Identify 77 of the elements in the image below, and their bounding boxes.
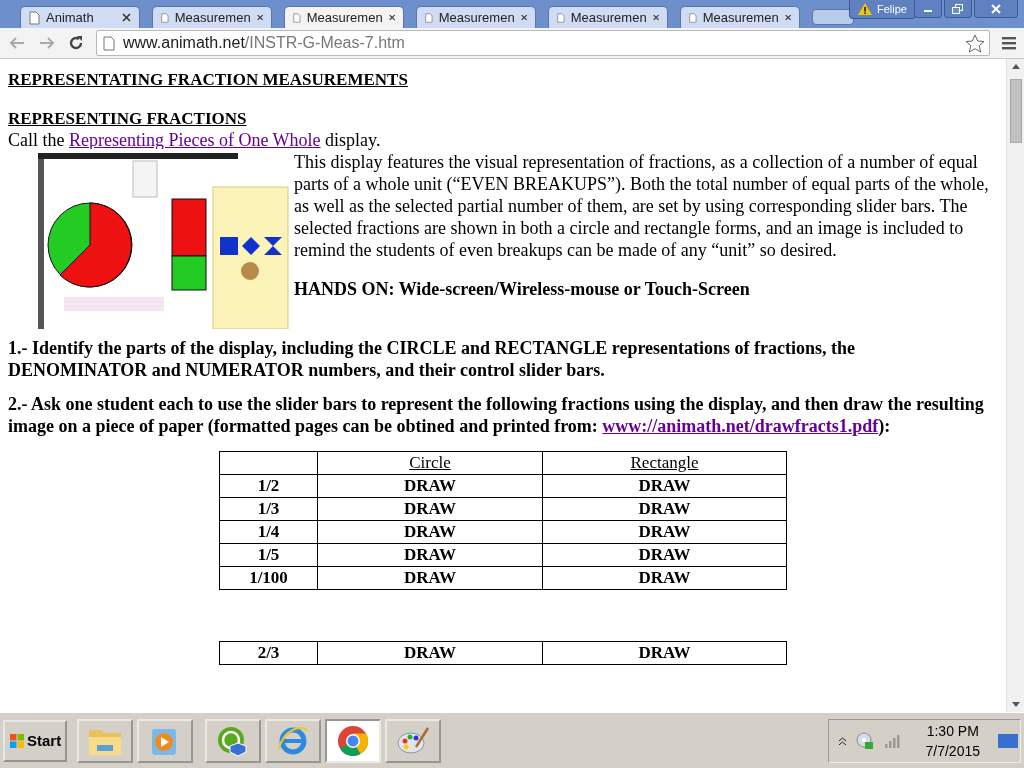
table-cell: DRAW <box>542 641 787 665</box>
windows-logo-icon <box>9 732 25 749</box>
restore-icon <box>952 3 964 14</box>
browser-tab[interactable]: Measuremen <box>284 6 404 28</box>
clock-date[interactable]: 7/7/2015 <box>925 740 980 761</box>
taskbar-app[interactable] <box>265 718 322 763</box>
table-cell: DRAW <box>317 474 543 498</box>
page-icon <box>689 10 697 25</box>
taskbar-app[interactable] <box>325 718 382 763</box>
warning-icon <box>858 3 873 15</box>
page-icon <box>425 10 433 25</box>
browser-tab[interactable]: Measuremen <box>416 6 536 28</box>
table-cell: DRAW <box>542 520 787 544</box>
reload-icon[interactable] <box>68 35 84 51</box>
table-cell: DRAW <box>317 641 543 665</box>
page-icon <box>293 10 301 25</box>
scroll-down-icon[interactable] <box>1011 702 1020 707</box>
close-button[interactable] <box>974 0 1018 18</box>
browser-tab[interactable]: Measuremen <box>152 6 272 28</box>
swirl-icon <box>276 724 311 757</box>
browser-tab[interactable]: Animath <box>20 6 140 28</box>
ring-logo-icon <box>336 723 371 758</box>
start-button[interactable]: Start <box>3 719 68 762</box>
page-title: REPRESENTATING FRACTION MEASUREMENTS <box>8 70 409 90</box>
close-icon[interactable] <box>122 13 131 22</box>
table-cell: DRAW <box>317 543 543 567</box>
taskbar-app[interactable] <box>205 718 262 763</box>
page-icon <box>161 10 169 25</box>
table-cell: DRAW <box>542 474 787 498</box>
intro-text: Call the Representing Pieces of One Whole display. <box>8 129 382 151</box>
scroll-thumb[interactable] <box>1009 79 1022 143</box>
restore-button[interactable] <box>944 0 972 18</box>
section-heading: REPRESENTING FRACTIONS <box>8 109 248 129</box>
table-cell: 1/3 <box>219 497 318 521</box>
step-instruction: 2.- Ask one student each to use the slider bars to represent the following fractions using the display, and then draw the resulting image on a piece of paper (formatted pages can be obtined and printed from: www://animath.net/drawfracts1.pdf): <box>8 393 985 437</box>
description-paragraph: This display features the visual representation of fractions, as a collection of a number of equal parts of a whole unit (“EVEN BREAKUPS”). Both the total number of equal parts of the whole, as well as the selected partial number of them, are set by using corresponding slider bars. The selected fractions are shown in both a circle and rectangle forms, and an image is included to remind the students of even breakups can be made of any “unit” so desired. <box>294 151 990 261</box>
table-cell: DRAW <box>317 497 543 521</box>
column-header: Rectangle <box>542 451 787 475</box>
table-cell: 1/2 <box>219 474 318 498</box>
table-cell: DRAW <box>542 566 787 590</box>
step-instruction: 1.- Identify the parts of the display, including the CIRCLE and RECTANGLE representations of fractions, the DENOMINATOR and NUMERATOR numbers, and their control slider bars. <box>8 337 857 381</box>
close-icon[interactable] <box>256 13 263 22</box>
scroll-up-icon[interactable] <box>1011 64 1020 69</box>
page-icon <box>29 10 40 25</box>
close-icon[interactable] <box>784 13 791 22</box>
expand-tray-icon[interactable] <box>838 736 846 745</box>
browser-tab[interactable]: Measuremen <box>548 6 668 28</box>
star-icon[interactable] <box>965 33 985 53</box>
table-cell: DRAW <box>317 566 543 590</box>
page-icon <box>557 10 565 25</box>
new-tab-button[interactable] <box>812 9 854 25</box>
pdf-link[interactable]: www://animath.net/drawfracts1.pdf <box>602 416 879 436</box>
address-bar[interactable]: www.animath.net/INSTR-G-Meas-7.htm <box>96 30 990 56</box>
close-icon[interactable] <box>652 13 659 22</box>
table-cell: DRAW <box>542 497 787 521</box>
show-desktop-button[interactable] <box>998 733 1018 748</box>
clock-time[interactable]: 1:30 PM <box>926 720 979 741</box>
profile-button[interactable]: Felipe <box>849 0 916 19</box>
scrollbar[interactable] <box>1006 59 1024 712</box>
table-cell: 1/4 <box>219 520 318 544</box>
taskbar-app[interactable] <box>385 718 442 763</box>
page-icon <box>103 35 115 51</box>
table-cell: 1/5 <box>219 543 318 567</box>
disc-icon[interactable] <box>855 731 874 750</box>
column-header: Circle <box>317 451 543 475</box>
table-cell: 2/3 <box>219 641 318 665</box>
minimize-button[interactable] <box>914 0 942 18</box>
table-cell: DRAW <box>317 520 543 544</box>
table-cell: DRAW <box>542 543 787 567</box>
display-link[interactable]: Representing Pieces of One Whole <box>69 130 321 150</box>
hands-on-text: HANDS ON: Wide-screen/Wireless-mouse or Touch-Screen <box>294 279 751 300</box>
close-icon <box>990 3 1002 14</box>
close-icon[interactable] <box>520 13 527 22</box>
close-icon[interactable] <box>388 13 395 22</box>
table-cell: 1/100 <box>219 566 318 590</box>
browser-tab[interactable]: Measuremen <box>680 6 800 28</box>
menu-icon[interactable] <box>1002 36 1016 50</box>
